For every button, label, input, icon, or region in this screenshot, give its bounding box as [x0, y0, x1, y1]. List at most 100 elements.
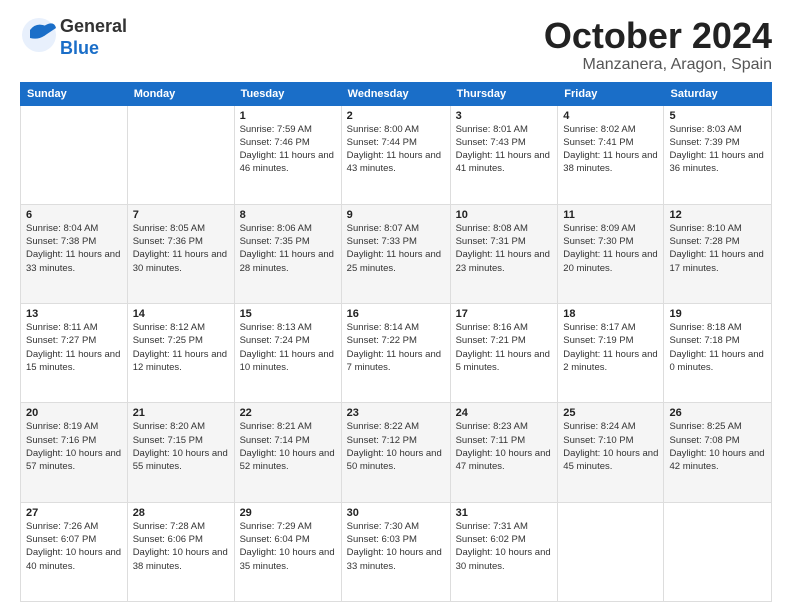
day-info: Sunrise: 8:04 AM Sunset: 7:38 PM Dayligh… [26, 222, 122, 275]
calendar-cell [664, 502, 772, 601]
calendar-cell: 5Sunrise: 8:03 AM Sunset: 7:39 PM Daylig… [664, 105, 772, 204]
title-section: October 2024 Manzanera, Aragon, Spain [544, 16, 772, 74]
day-number: 22 [240, 407, 336, 419]
day-info: Sunrise: 8:14 AM Sunset: 7:22 PM Dayligh… [347, 321, 445, 374]
day-number: 1 [240, 110, 336, 122]
day-number: 27 [26, 507, 122, 519]
day-info: Sunrise: 8:13 AM Sunset: 7:24 PM Dayligh… [240, 321, 336, 374]
calendar-cell: 21Sunrise: 8:20 AM Sunset: 7:15 PM Dayli… [127, 403, 234, 502]
calendar-header-row: SundayMondayTuesdayWednesdayThursdayFrid… [21, 82, 772, 105]
day-info: Sunrise: 8:18 AM Sunset: 7:18 PM Dayligh… [669, 321, 766, 374]
calendar-cell [127, 105, 234, 204]
month-title: October 2024 [544, 16, 772, 56]
day-number: 21 [133, 407, 229, 419]
day-info: Sunrise: 7:29 AM Sunset: 6:04 PM Dayligh… [240, 520, 336, 573]
calendar-cell: 31Sunrise: 7:31 AM Sunset: 6:02 PM Dayli… [450, 502, 558, 601]
day-info: Sunrise: 8:06 AM Sunset: 7:35 PM Dayligh… [240, 222, 336, 275]
calendar-cell: 8Sunrise: 8:06 AM Sunset: 7:35 PM Daylig… [234, 204, 341, 303]
calendar-week-row: 20Sunrise: 8:19 AM Sunset: 7:16 PM Dayli… [21, 403, 772, 502]
day-info: Sunrise: 7:31 AM Sunset: 6:02 PM Dayligh… [456, 520, 553, 573]
calendar-cell: 7Sunrise: 8:05 AM Sunset: 7:36 PM Daylig… [127, 204, 234, 303]
day-number: 8 [240, 209, 336, 221]
calendar-cell: 11Sunrise: 8:09 AM Sunset: 7:30 PM Dayli… [558, 204, 664, 303]
weekday-header-wednesday: Wednesday [341, 82, 450, 105]
calendar-cell: 24Sunrise: 8:23 AM Sunset: 7:11 PM Dayli… [450, 403, 558, 502]
calendar-cell [558, 502, 664, 601]
calendar-cell: 18Sunrise: 8:17 AM Sunset: 7:19 PM Dayli… [558, 304, 664, 403]
day-info: Sunrise: 8:11 AM Sunset: 7:27 PM Dayligh… [26, 321, 122, 374]
day-info: Sunrise: 8:24 AM Sunset: 7:10 PM Dayligh… [563, 420, 658, 473]
calendar-cell: 10Sunrise: 8:08 AM Sunset: 7:31 PM Dayli… [450, 204, 558, 303]
day-info: Sunrise: 8:20 AM Sunset: 7:15 PM Dayligh… [133, 420, 229, 473]
weekday-header-friday: Friday [558, 82, 664, 105]
day-number: 4 [563, 110, 658, 122]
calendar-cell: 23Sunrise: 8:22 AM Sunset: 7:12 PM Dayli… [341, 403, 450, 502]
page: General Blue October 2024 Manzanera, Ara… [0, 0, 792, 612]
day-number: 16 [347, 308, 445, 320]
day-info: Sunrise: 8:10 AM Sunset: 7:28 PM Dayligh… [669, 222, 766, 275]
day-number: 12 [669, 209, 766, 221]
calendar-cell: 17Sunrise: 8:16 AM Sunset: 7:21 PM Dayli… [450, 304, 558, 403]
calendar-cell: 22Sunrise: 8:21 AM Sunset: 7:14 PM Dayli… [234, 403, 341, 502]
calendar-cell: 12Sunrise: 8:10 AM Sunset: 7:28 PM Dayli… [664, 204, 772, 303]
day-number: 7 [133, 209, 229, 221]
day-number: 14 [133, 308, 229, 320]
day-info: Sunrise: 8:17 AM Sunset: 7:19 PM Dayligh… [563, 321, 658, 374]
day-info: Sunrise: 8:01 AM Sunset: 7:43 PM Dayligh… [456, 123, 553, 176]
calendar-cell: 13Sunrise: 8:11 AM Sunset: 7:27 PM Dayli… [21, 304, 128, 403]
day-number: 11 [563, 209, 658, 221]
day-info: Sunrise: 8:22 AM Sunset: 7:12 PM Dayligh… [347, 420, 445, 473]
day-number: 31 [456, 507, 553, 519]
weekday-header-tuesday: Tuesday [234, 82, 341, 105]
calendar-cell: 9Sunrise: 8:07 AM Sunset: 7:33 PM Daylig… [341, 204, 450, 303]
weekday-header-sunday: Sunday [21, 82, 128, 105]
day-number: 25 [563, 407, 658, 419]
calendar-cell: 25Sunrise: 8:24 AM Sunset: 7:10 PM Dayli… [558, 403, 664, 502]
logo-blue-text: Blue [60, 38, 127, 60]
day-info: Sunrise: 8:03 AM Sunset: 7:39 PM Dayligh… [669, 123, 766, 176]
weekday-header-saturday: Saturday [664, 82, 772, 105]
day-number: 9 [347, 209, 445, 221]
calendar-cell: 29Sunrise: 7:29 AM Sunset: 6:04 PM Dayli… [234, 502, 341, 601]
day-number: 30 [347, 507, 445, 519]
day-info: Sunrise: 8:12 AM Sunset: 7:25 PM Dayligh… [133, 321, 229, 374]
logo-general-text: General [60, 16, 127, 36]
calendar-cell: 27Sunrise: 7:26 AM Sunset: 6:07 PM Dayli… [21, 502, 128, 601]
day-number: 18 [563, 308, 658, 320]
day-number: 15 [240, 308, 336, 320]
day-number: 26 [669, 407, 766, 419]
day-number: 20 [26, 407, 122, 419]
calendar-week-row: 1Sunrise: 7:59 AM Sunset: 7:46 PM Daylig… [21, 105, 772, 204]
calendar-cell: 16Sunrise: 8:14 AM Sunset: 7:22 PM Dayli… [341, 304, 450, 403]
calendar-table: SundayMondayTuesdayWednesdayThursdayFrid… [20, 82, 772, 602]
day-info: Sunrise: 8:00 AM Sunset: 7:44 PM Dayligh… [347, 123, 445, 176]
day-info: Sunrise: 7:59 AM Sunset: 7:46 PM Dayligh… [240, 123, 336, 176]
calendar-cell: 6Sunrise: 8:04 AM Sunset: 7:38 PM Daylig… [21, 204, 128, 303]
day-info: Sunrise: 8:25 AM Sunset: 7:08 PM Dayligh… [669, 420, 766, 473]
logo: General Blue [20, 16, 127, 59]
day-number: 28 [133, 507, 229, 519]
day-info: Sunrise: 8:05 AM Sunset: 7:36 PM Dayligh… [133, 222, 229, 275]
day-number: 13 [26, 308, 122, 320]
calendar-cell: 15Sunrise: 8:13 AM Sunset: 7:24 PM Dayli… [234, 304, 341, 403]
calendar-cell: 30Sunrise: 7:30 AM Sunset: 6:03 PM Dayli… [341, 502, 450, 601]
calendar-week-row: 13Sunrise: 8:11 AM Sunset: 7:27 PM Dayli… [21, 304, 772, 403]
day-info: Sunrise: 7:30 AM Sunset: 6:03 PM Dayligh… [347, 520, 445, 573]
calendar-cell: 19Sunrise: 8:18 AM Sunset: 7:18 PM Dayli… [664, 304, 772, 403]
calendar-cell: 20Sunrise: 8:19 AM Sunset: 7:16 PM Dayli… [21, 403, 128, 502]
logo-icon [20, 16, 58, 54]
day-number: 6 [26, 209, 122, 221]
day-info: Sunrise: 8:23 AM Sunset: 7:11 PM Dayligh… [456, 420, 553, 473]
day-info: Sunrise: 8:16 AM Sunset: 7:21 PM Dayligh… [456, 321, 553, 374]
calendar-week-row: 27Sunrise: 7:26 AM Sunset: 6:07 PM Dayli… [21, 502, 772, 601]
calendar-cell: 14Sunrise: 8:12 AM Sunset: 7:25 PM Dayli… [127, 304, 234, 403]
day-info: Sunrise: 8:09 AM Sunset: 7:30 PM Dayligh… [563, 222, 658, 275]
day-number: 29 [240, 507, 336, 519]
day-info: Sunrise: 7:28 AM Sunset: 6:06 PM Dayligh… [133, 520, 229, 573]
calendar-cell: 1Sunrise: 7:59 AM Sunset: 7:46 PM Daylig… [234, 105, 341, 204]
weekday-header-thursday: Thursday [450, 82, 558, 105]
day-number: 2 [347, 110, 445, 122]
day-number: 5 [669, 110, 766, 122]
day-number: 10 [456, 209, 553, 221]
day-number: 23 [347, 407, 445, 419]
